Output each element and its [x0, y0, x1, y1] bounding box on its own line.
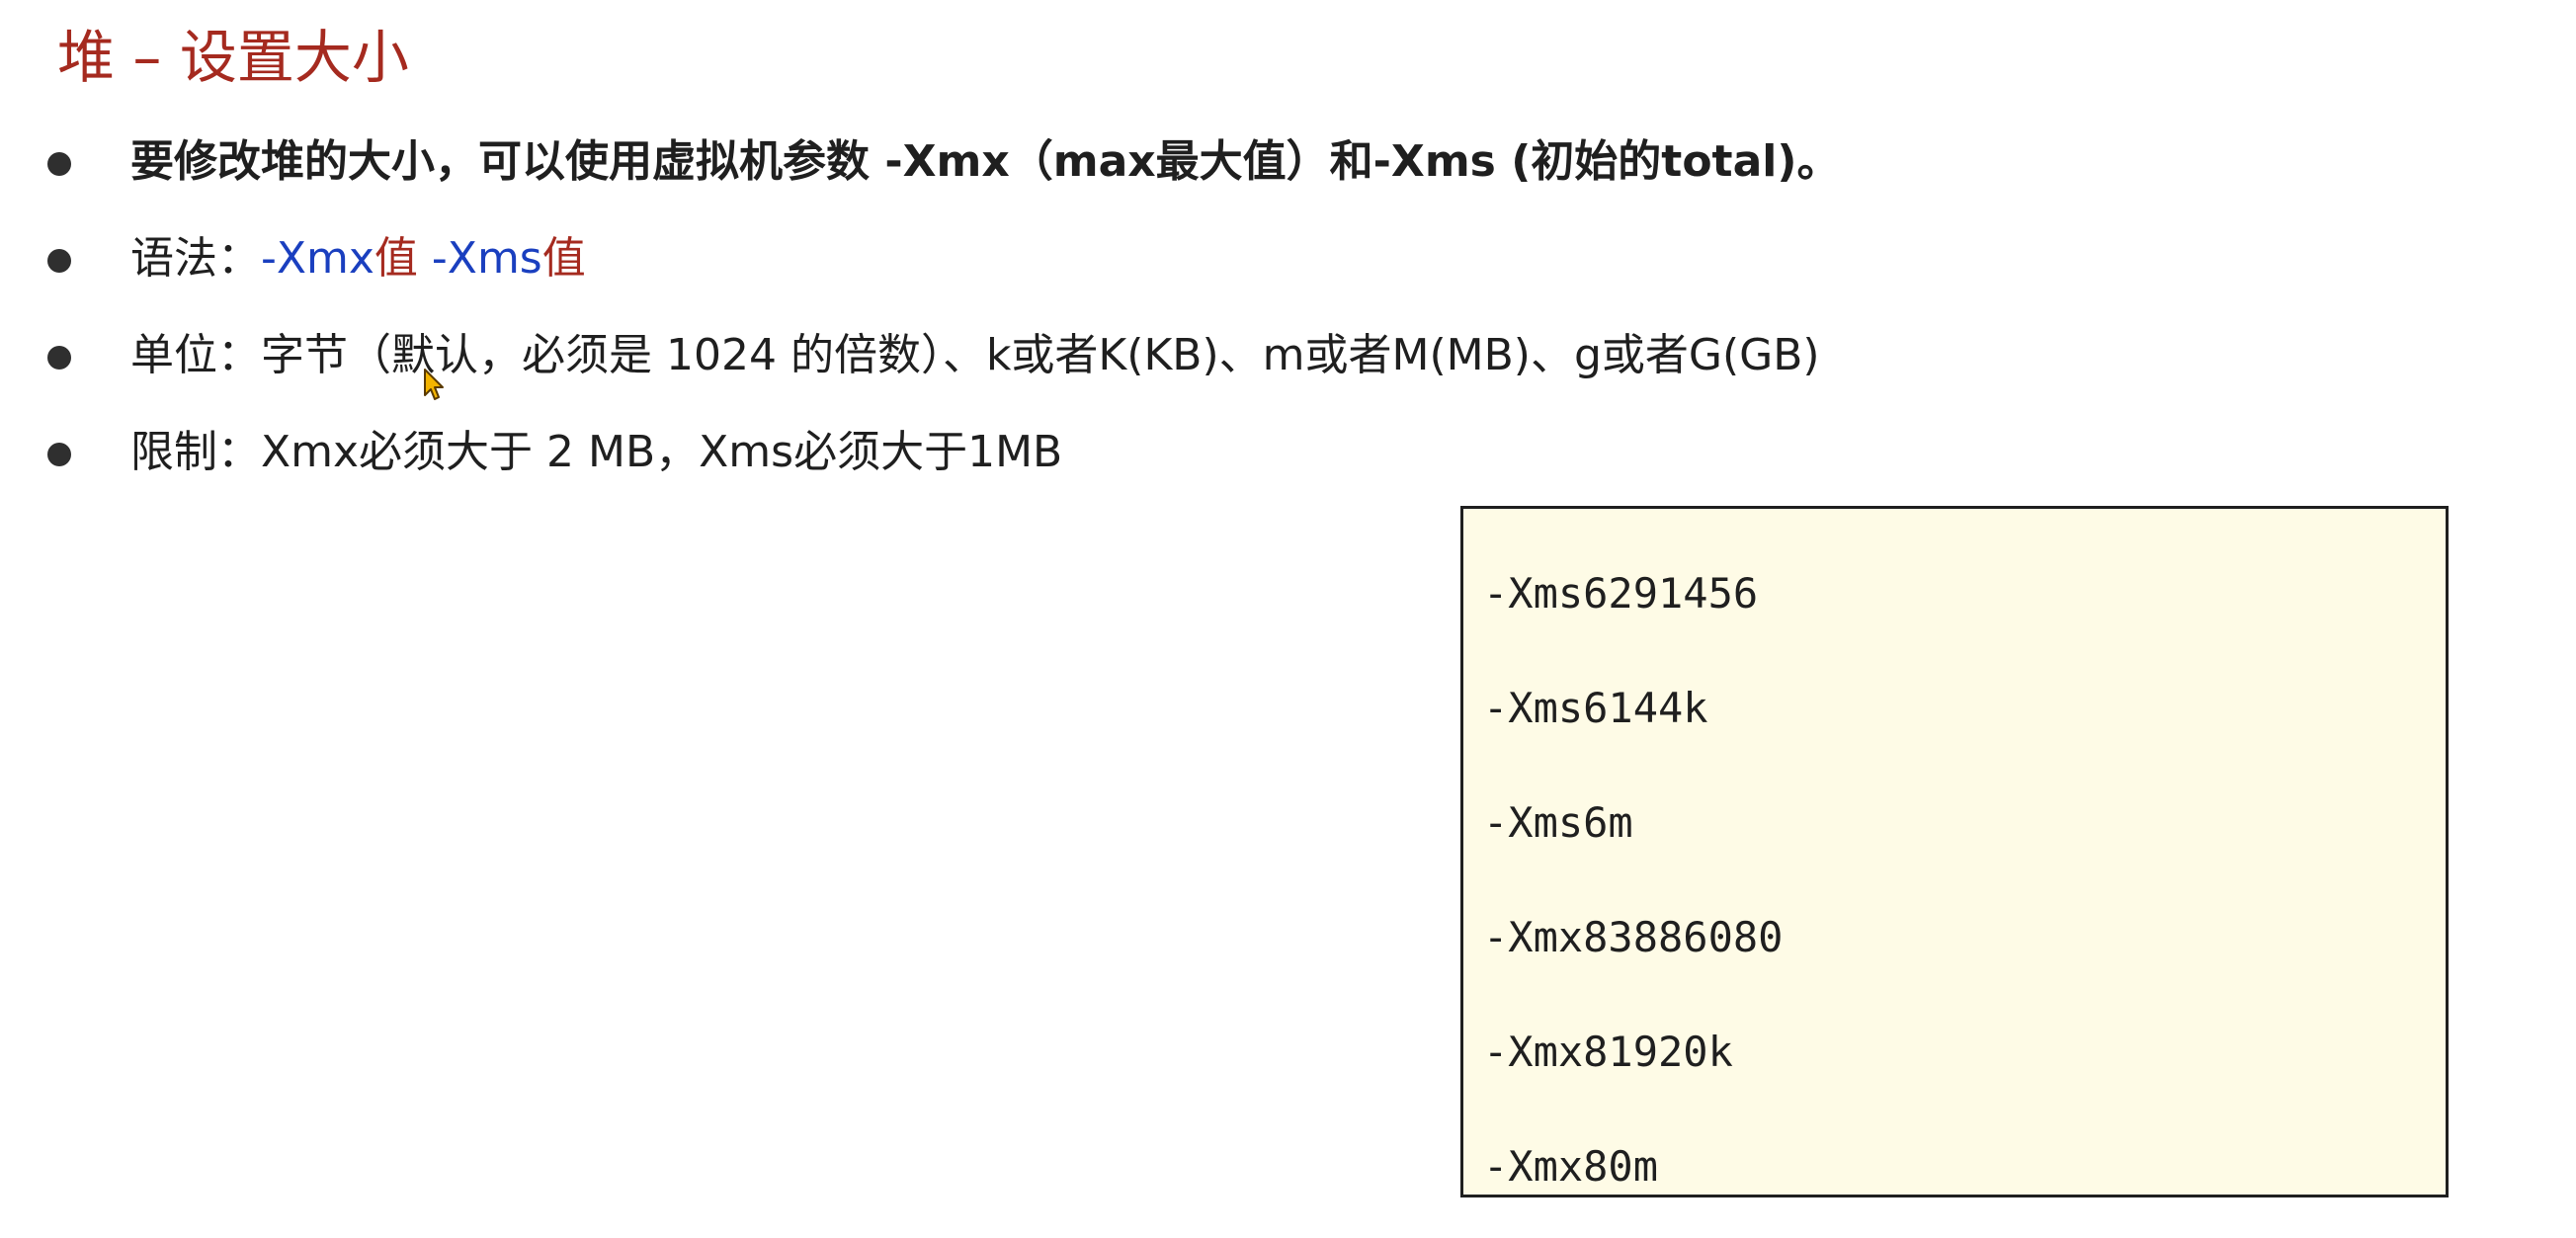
- bullet-dot: [47, 443, 71, 466]
- syntax-value: 值: [541, 233, 586, 284]
- bullet-text: 要修改堆的大小，可以使用虚拟机参数 -Xmx（max最大值）和-Xms (初始的…: [130, 136, 1841, 187]
- syntax-value: 值: [374, 233, 418, 284]
- syntax-xmx-code: -Xmx: [261, 233, 374, 284]
- bullet-dot: [47, 346, 71, 370]
- example-code-box: -Xms6291456 -Xms6144k -Xms6m -Xmx8388608…: [1460, 506, 2449, 1197]
- bullet-item-syntax: 语法：-Xmx值 -Xms值: [0, 219, 2470, 298]
- bullet-dot: [47, 249, 71, 273]
- mouse-cursor-icon: [424, 369, 444, 400]
- bullet-item-units: 单位：字节（默认，必须是 1024 的倍数）、k或者K(KB)、m或者M(MB)…: [0, 316, 2470, 395]
- code-line: -Xms6m: [1483, 798, 1633, 847]
- code-line: -Xmx83886080: [1483, 913, 1784, 961]
- bullet-item-limits: 限制：Xmx必须大于 2 MB，Xms必须大于1MB: [0, 413, 2470, 492]
- syntax-label: 语法：: [130, 233, 261, 284]
- syntax-space: [418, 233, 432, 284]
- code-line: -Xmx81920k: [1483, 1028, 1733, 1076]
- bullet-text: 限制：Xmx必须大于 2 MB，Xms必须大于1MB: [130, 427, 1063, 477]
- bullet-item-resize: 要修改堆的大小，可以使用虚拟机参数 -Xmx（max最大值）和-Xms (初始的…: [0, 123, 2470, 202]
- bullet-text: 单位：字节（默认，必须是 1024 的倍数）、k或者K(KB)、m或者M(MB)…: [130, 330, 1820, 380]
- code-line: -Xms6291456: [1483, 569, 1759, 618]
- bullet-dot: [47, 152, 71, 176]
- bullet-text: 语法：-Xmx值 -Xms值: [130, 219, 586, 298]
- bullet-list: 要修改堆的大小，可以使用虚拟机参数 -Xmx（max最大值）和-Xms (初始的…: [0, 0, 2576, 514]
- code-line: -Xmx80m: [1483, 1142, 1659, 1191]
- code-line: -Xms6144k: [1483, 684, 1708, 732]
- syntax-xms-code: -Xms: [431, 233, 542, 284]
